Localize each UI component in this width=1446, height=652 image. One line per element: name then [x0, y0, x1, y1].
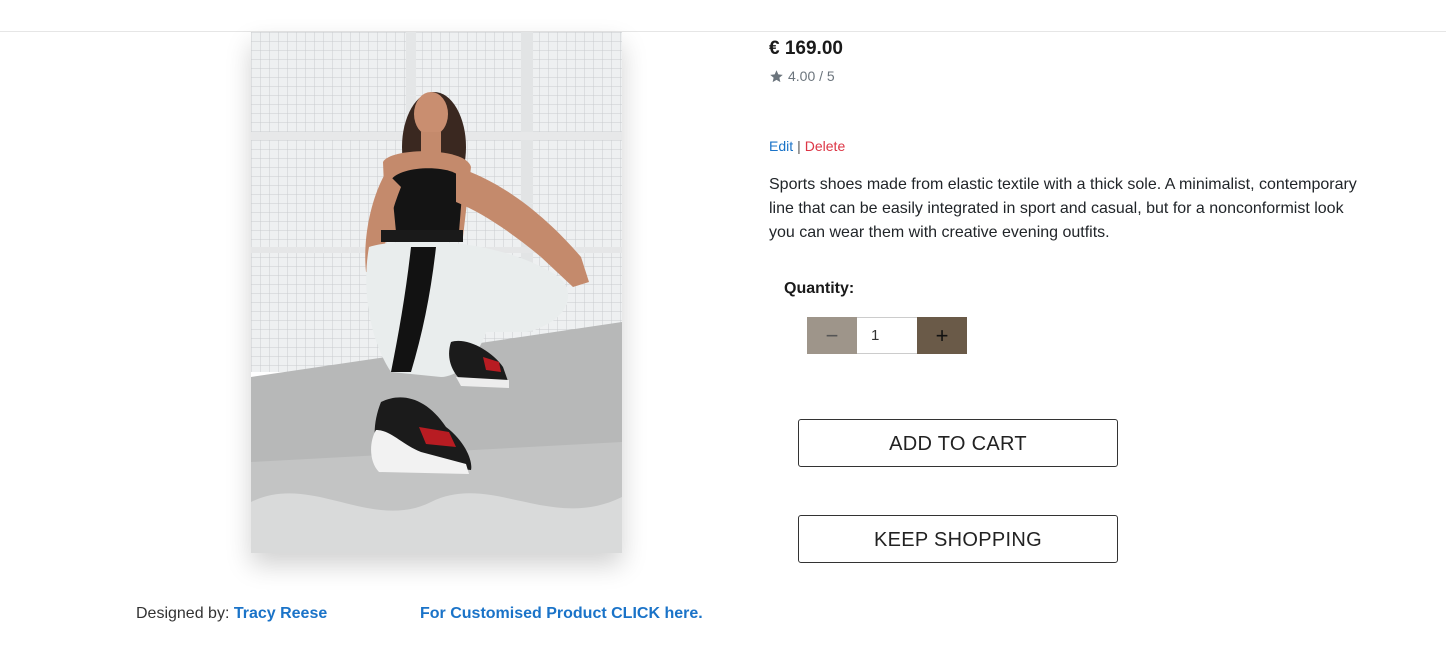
star-icon: [770, 69, 783, 82]
delete-link[interactable]: Delete: [805, 138, 845, 154]
designed-by-label: Designed by:: [136, 605, 230, 622]
designer-name-link[interactable]: Tracy Reese: [234, 605, 327, 622]
admin-actions: Edit | Delete: [769, 138, 845, 154]
keep-shopping-button[interactable]: KEEP SHOPPING: [798, 515, 1118, 563]
top-navigation-bar: [0, 0, 1446, 32]
product-description: Sports shoes made from elastic textile w…: [769, 176, 1357, 241]
quantity-stepper: − +: [807, 317, 967, 354]
increase-quantity-button[interactable]: +: [917, 317, 967, 354]
customise-product-link[interactable]: For Customised Product CLICK here.: [420, 605, 703, 623]
designer-credit: Designed by: Tracy Reese: [136, 605, 327, 623]
quantity-label: Quantity:: [784, 280, 855, 297]
decrease-quantity-button[interactable]: −: [807, 317, 857, 354]
add-to-cart-button[interactable]: ADD TO CART: [798, 419, 1118, 467]
product-price: € 169.00: [769, 38, 843, 59]
rating-value: 4.00 / 5: [788, 68, 835, 84]
actions-separator: |: [797, 138, 801, 154]
product-image: [251, 32, 622, 553]
edit-link[interactable]: Edit: [769, 138, 793, 154]
quantity-input[interactable]: [857, 317, 917, 354]
product-rating: 4.00 / 5: [769, 68, 835, 84]
